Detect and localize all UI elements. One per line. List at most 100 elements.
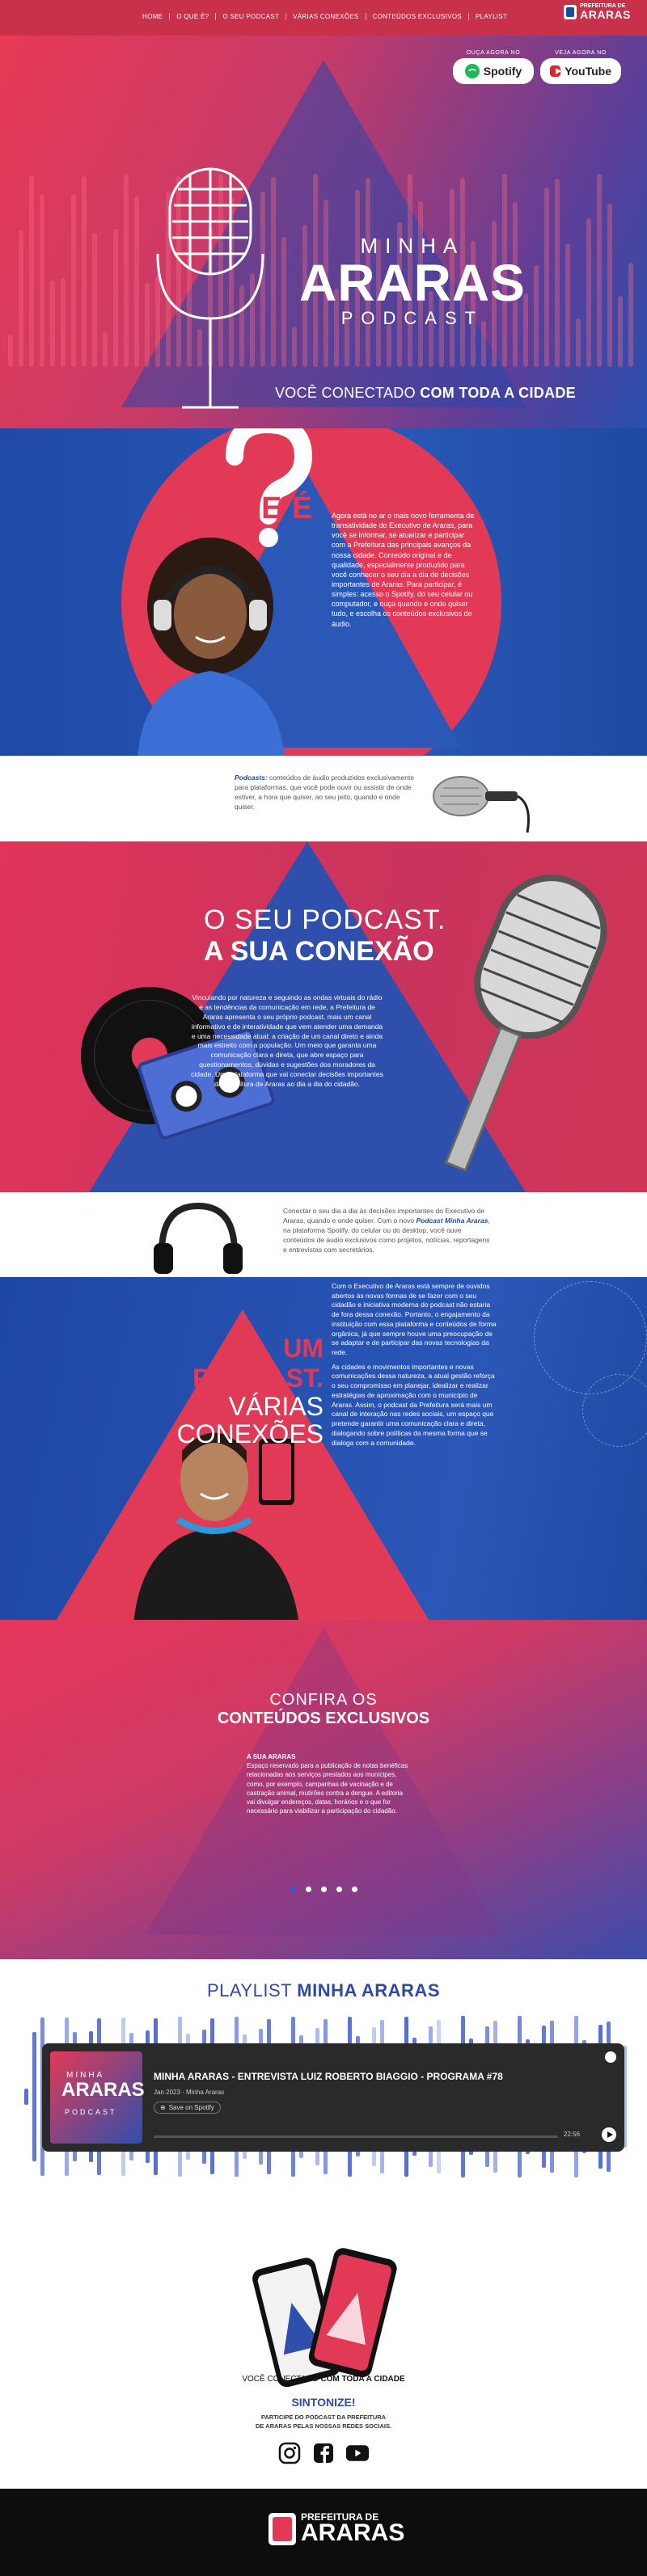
- sound-bar: [618, 296, 623, 367]
- sound-bar: [565, 243, 570, 367]
- o-que-e-title: O QUE É: [180, 491, 314, 525]
- o-que-e-section: O QUE É Agora está no ar o mais novo fer…: [0, 428, 647, 756]
- sound-bar: [19, 230, 23, 367]
- sound-bar: [103, 331, 108, 367]
- spotify-name: Spotify: [483, 65, 522, 78]
- nav-link-o-seu-podcast[interactable]: O SEU PODCAST: [216, 13, 287, 20]
- nav-link-varias-conexoes[interactable]: VÁRIAS CONEXÕES: [286, 13, 366, 20]
- sintonize-tagline: VOCÊ CONECTADO COM TODA A CIDADE: [0, 2375, 647, 2384]
- sound-bar: [281, 237, 286, 367]
- sintonize-tagline-part1: VOCÊ CONECTADO: [242, 2375, 319, 2384]
- playlist-title-part2: MINHA ARARAS: [297, 1980, 440, 2001]
- save-on-spotify-button[interactable]: ⊕ Save on Spotify: [154, 2102, 221, 2114]
- microphone-icon: [433, 776, 530, 833]
- podcasts-definition-lead: Podcasts:: [235, 774, 268, 782]
- youtube-name: YouTube: [565, 65, 611, 78]
- varias-conexoes-title: UM PODCAST. VÁRIAS CONEXÕES: [162, 1334, 324, 1448]
- seu-podcast-text: Vinculando por natureza e seguindo as on…: [191, 993, 383, 1089]
- hero-tagline-part1: VOCÊ CONECTADO: [275, 385, 416, 401]
- sound-bar: [576, 318, 581, 367]
- carousel-dot[interactable]: [336, 1887, 342, 1892]
- varias-conexoes-section: UM PODCAST. VÁRIAS CONEXÕES Com o Execut…: [0, 1277, 647, 1620]
- sintonize-subtitle: PARTICIPE DO PODCAST DA PREFEITURA DE AR…: [0, 2414, 647, 2431]
- conteudos-exclusivos-section: CONFIRA OS CONTEÚDOS EXCLUSIVOS A SUA AR…: [0, 1620, 647, 1959]
- playlist-title: PLAYLIST MINHA ARARAS: [0, 1980, 647, 2001]
- nav-link-conteudos-exclusivos[interactable]: CONTEÚDOS EXCLUSIVOS: [366, 13, 469, 20]
- youtube-label: VEJA AGORA NO: [555, 50, 607, 56]
- conectar-text-lead: Podcast Minha Araras: [416, 1216, 488, 1225]
- hero-tagline: VOCÊ CONECTADO COM TODA A CIDADE: [275, 385, 576, 402]
- sound-bar: [61, 277, 66, 367]
- seu-podcast-title-line2: A SUA CONEXÃO: [204, 936, 434, 967]
- hero-tagline-part2: COM TODA A CIDADE: [420, 385, 576, 401]
- varias-conexoes-title-line1: UM PODCAST.: [192, 1334, 324, 1393]
- podcasts-definition-strip: Podcasts: conteúdos de áudio produzidos …: [0, 756, 647, 841]
- phones-mockup-image: [252, 2248, 397, 2388]
- sound-bar: [586, 218, 591, 367]
- carousel-dot[interactable]: [320, 1887, 327, 1892]
- carousel-dot[interactable]: [351, 1887, 357, 1892]
- episode-time: 22:56: [564, 2131, 581, 2138]
- varias-conexoes-title-line3: CONEXÕES: [176, 1419, 324, 1448]
- youtube-social-icon[interactable]: [345, 2441, 370, 2465]
- conteudos-title-line1: CONFIRA OS: [269, 1691, 378, 1709]
- seu-podcast-title-line1: O SEU PODCAST.: [204, 904, 446, 935]
- episode-title[interactable]: MINHA ARARAS - ENTREVISTA LUIZ ROBERTO B…: [154, 2071, 503, 2082]
- conectar-text: Conectar o seu dia a dia às decisões imp…: [283, 1207, 493, 1254]
- city-seal-icon: [269, 2513, 296, 2545]
- top-nav: HOME O QUE É? O SEU PODCAST VÁRIAS CONEX…: [0, 0, 647, 36]
- sound-bar: [24, 2089, 28, 2105]
- hero-title: MINHA ARARAS PODCAST: [299, 234, 526, 329]
- sintonize-subtitle-line2: DE ARARAS PELAS NOSSAS REDES SOCIAIS.: [255, 2422, 392, 2430]
- sound-bar: [29, 175, 34, 367]
- nav-link-playlist[interactable]: PLAYLIST: [469, 13, 514, 20]
- sound-bar: [271, 176, 276, 367]
- footer: PREFEITURA DE ARARAS: [0, 2489, 647, 2576]
- podcasts-definition-text: Podcasts: conteúdos de áudio produzidos …: [235, 774, 421, 812]
- progress-bar[interactable]: [154, 2135, 558, 2138]
- facebook-icon[interactable]: [311, 2441, 336, 2465]
- prefeitura-logo[interactable]: PREFEITURA DE ARARAS: [564, 3, 631, 20]
- city-seal-icon: [564, 4, 577, 19]
- sound-bar: [113, 228, 118, 367]
- sintonize-section: VOCÊ CONECTADO COM TODA A CIDADE SINTONI…: [0, 2210, 647, 2489]
- seu-podcast-title: O SEU PODCAST. A SUA CONEXÃO: [204, 904, 446, 968]
- save-on-spotify-label: Save on Spotify: [168, 2104, 214, 2111]
- spotify-embed-player[interactable]: MINHA ARARAS PODCAST MINHA ARARAS - ENTR…: [42, 2043, 624, 2152]
- plus-circle-icon: ⊕: [160, 2104, 166, 2111]
- conteudos-title-line2: CONTEÚDOS EXCLUSIVOS: [217, 1710, 430, 1727]
- sound-bar: [534, 265, 539, 367]
- spotify-icon[interactable]: [605, 2051, 616, 2063]
- youtube-block: VEJA AGORA NO YouTube: [540, 50, 621, 84]
- hero-title-main: ARARAS: [299, 254, 526, 312]
- play-icon[interactable]: [602, 2127, 616, 2142]
- spotify-button[interactable]: Spotify: [453, 58, 534, 84]
- prefeitura-footer-logo[interactable]: PREFEITURA DE ARARAS: [269, 2512, 404, 2545]
- nav-link-home[interactable]: HOME: [136, 13, 171, 20]
- conectar-strip: Conectar o seu dia a dia às decisões imp…: [0, 1192, 647, 1277]
- microphone-icon: [156, 167, 264, 409]
- sound-bar: [292, 326, 297, 367]
- carousel-dot[interactable]: [305, 1887, 311, 1892]
- network-globe-graphic: [582, 1374, 647, 1447]
- youtube-button[interactable]: YouTube: [540, 58, 621, 84]
- carousel-slide-title: A SUA ARARAS: [247, 1753, 296, 1760]
- spotify-icon: [464, 64, 480, 78]
- spotify-block: OUÇA AGORA NO Spotify: [453, 50, 534, 84]
- social-links: [0, 2441, 647, 2465]
- cover-main: ARARAS: [61, 2079, 145, 2101]
- nav-link-o-que-e[interactable]: O QUE É?: [170, 13, 217, 20]
- seu-podcast-section: O SEU PODCAST. A SUA CONEXÃO Vinculando …: [0, 841, 647, 1192]
- carousel-dots: [0, 1887, 647, 1892]
- sintonize-subtitle-line1: PARTICIPE DO PODCAST DA PREFEITURA: [260, 2414, 387, 2421]
- sound-bar: [32, 2031, 36, 2162]
- playlist-section: PLAYLIST MINHA ARARAS MINHA ARARAS PODCA…: [0, 1959, 647, 2210]
- playlist-title-part1: PLAYLIST: [206, 1980, 292, 2001]
- sound-bar: [597, 173, 602, 367]
- sound-bar: [92, 232, 97, 367]
- carousel-dot[interactable]: [290, 1887, 296, 1892]
- hero-section: OUÇA AGORA NO Spotify VEJA AGORA NO YouT…: [0, 36, 647, 428]
- carousel-slide-text: Espaço reservado para a publicação de no…: [247, 1762, 408, 1815]
- sound-bar: [124, 175, 129, 367]
- instagram-icon[interactable]: [277, 2441, 302, 2465]
